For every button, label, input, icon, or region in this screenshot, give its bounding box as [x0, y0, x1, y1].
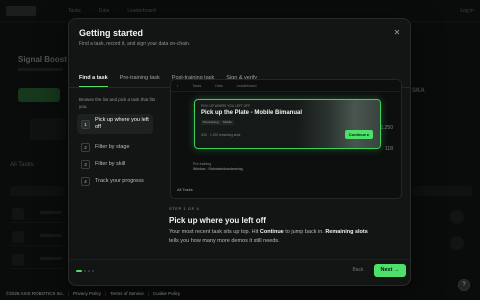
progress-dot[interactable] — [84, 270, 86, 272]
nav-item[interactable]: Tasks — [68, 8, 81, 14]
preview-tasks-label: All Tasks — [177, 187, 193, 192]
preview-stat: 118 — [385, 146, 393, 152]
task-image — [295, 100, 380, 148]
preview-row-title: Window - Robotwindowcleaning — [193, 167, 243, 171]
progress-dots — [76, 270, 94, 272]
page-footer: ©2026 AXIS ROBOTICS Inc. | Privacy Polic… — [6, 291, 181, 296]
step-label: Filter by skill — [95, 160, 126, 167]
table-row[interactable] — [10, 228, 65, 246]
step-item-4[interactable]: 4 Track your progress — [77, 171, 153, 191]
card-kicker: PICK UP WHERE YOU LEFT OFF — [201, 104, 251, 108]
modal-subtitle: Find a task, record it, and sign your da… — [79, 41, 191, 47]
step-label: Track your progress — [95, 177, 144, 184]
nav-item[interactable]: Data — [99, 8, 110, 14]
step-label: Pick up where you left off — [95, 117, 149, 130]
step-heading: Pick up where you left off — [169, 216, 266, 225]
tasks-label: All Tasks — [10, 162, 34, 168]
preview-logo: ▪ — [177, 83, 179, 88]
preview-row-kicker: Pre-training — [193, 162, 212, 166]
table-row[interactable] — [10, 251, 65, 269]
progress-dot[interactable] — [88, 270, 90, 272]
preview-nav-item: Leaderboard — [236, 83, 257, 88]
progress-dot[interactable] — [76, 270, 82, 272]
progress-dot[interactable] — [92, 270, 94, 272]
step-item-1[interactable]: 1 Pick up where you left off — [77, 114, 153, 134]
back-button[interactable]: Back — [347, 264, 369, 277]
copyright: ©2026 AXIS ROBOTICS Inc. — [6, 291, 64, 296]
card-title: Pick up the Plate - Mobile Bimanual — [201, 110, 303, 116]
help-icon[interactable]: ? — [458, 279, 470, 291]
table-row[interactable] — [10, 205, 65, 223]
modal-footer-divider — [69, 259, 410, 260]
step-kicker: STEP 1 OF 4 — [169, 206, 200, 211]
tag: Pre-training — [201, 120, 221, 125]
step-number: 4 — [81, 176, 90, 186]
hero-title: Signal Boost — [18, 55, 67, 64]
preview-nav-item: Tasks — [192, 83, 202, 88]
nav-item[interactable]: Leaderboard — [127, 8, 155, 14]
logo — [6, 5, 36, 16]
preview-topbar: ▪ Tasks Data Leaderboard — [171, 80, 401, 92]
steps-intro: Browse the list and pick a task that fit… — [79, 97, 156, 109]
preview-nav-item: Data — [215, 83, 223, 88]
hero-button[interactable] — [18, 88, 60, 102]
footer-link-cookies[interactable]: Cookie Policy — [153, 291, 180, 296]
continue-button: Continue ▸ — [345, 130, 373, 139]
preview-stat: 1,250 — [380, 125, 393, 131]
side-stat: SKA — [412, 88, 425, 94]
login-link[interactable]: Log in — [460, 8, 474, 14]
getting-started-modal: Getting started Find a task, record it, … — [68, 18, 411, 286]
tab-find-a-task[interactable]: Find a task — [79, 69, 108, 87]
filter-bar[interactable] — [10, 186, 65, 196]
next-button[interactable]: Next → — [374, 264, 406, 277]
side-avatar — [450, 210, 464, 224]
step-label: Filter by stage — [95, 143, 130, 150]
preview-highlight-card: PICK UP WHERE YOU LEFT OFF Pick up the P… — [194, 99, 381, 149]
step-number: 3 — [81, 159, 90, 169]
tab-pre-training-task[interactable]: Pre-training task — [120, 69, 160, 87]
step-description: Your most recent task sits up top. Hit C… — [169, 229, 368, 244]
card-meta: 3/10 · 1,200 remaining slots — [201, 133, 241, 137]
step-number: 2 — [81, 142, 90, 152]
footer-link-terms[interactable]: Terms of Service — [110, 291, 144, 296]
hero-card — [30, 118, 66, 140]
step-number: 1 — [81, 119, 90, 129]
top-nav: Tasks Data Leaderboard — [68, 8, 156, 14]
footer-link-privacy[interactable]: Privacy Policy — [73, 291, 101, 296]
modal-title: Getting started — [79, 28, 144, 38]
hero-subtitle — [18, 68, 63, 71]
close-icon[interactable]: ✕ — [392, 28, 402, 38]
side-filter[interactable] — [412, 186, 472, 196]
tag: Mobile — [221, 120, 234, 125]
side-avatar — [450, 236, 464, 250]
preview-panel: ▪ Tasks Data Leaderboard 1,250 118 PICK … — [170, 79, 402, 199]
